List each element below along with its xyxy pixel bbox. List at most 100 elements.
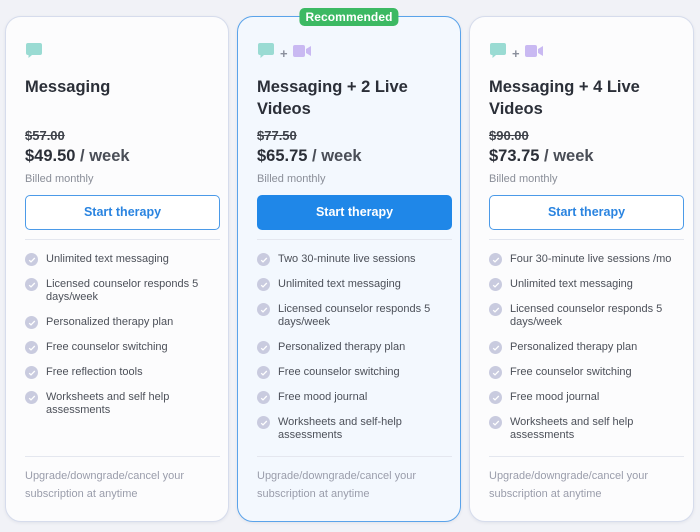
billing-note: Billed monthly: [25, 173, 94, 185]
plan-title: Messaging + 2 Live Videos: [257, 78, 408, 118]
check-icon: [489, 341, 502, 354]
current-price: $65.75 / week: [257, 147, 446, 169]
check-icon: [25, 278, 38, 291]
video-icon: [524, 44, 544, 63]
feature-text: Worksheets and self help assessments: [46, 391, 170, 416]
check-icon: [25, 366, 38, 379]
subscription-note: Upgrade/downgrade/cancel your subscripti…: [257, 470, 416, 500]
plan-icons: [25, 40, 214, 66]
price-amount: $65.75: [257, 147, 308, 165]
recommended-badge: Recommended: [299, 8, 399, 26]
feature-item: Personalized therapy plan: [257, 341, 452, 354]
start-therapy-button[interactable]: Start therapy: [257, 195, 452, 230]
feature-item: Unlimited text messaging: [257, 278, 452, 291]
message-icon: [25, 42, 43, 64]
feature-item: Free mood journal: [489, 391, 684, 404]
feature-list: Two 30-minute live sessions Unlimited te…: [257, 253, 452, 461]
check-icon: [257, 253, 270, 266]
price-period: / week: [307, 147, 362, 165]
feature-text: Worksheets and self help assessments: [510, 416, 634, 441]
feature-text: Unlimited text messaging: [46, 253, 169, 265]
original-price: $77.50: [257, 128, 297, 143]
feature-item: Free reflection tools: [25, 366, 220, 379]
start-therapy-button[interactable]: Start therapy: [25, 195, 220, 230]
feature-text: Free counselor switching: [278, 366, 400, 378]
feature-item: Unlimited text messaging: [489, 278, 684, 291]
check-icon: [257, 303, 270, 316]
feature-item: Licensed counselor responds 5 days/week: [489, 303, 684, 329]
feature-text: Free mood journal: [278, 391, 368, 403]
divider: [25, 239, 220, 240]
feature-text: Free reflection tools: [46, 366, 143, 378]
divider: [489, 456, 684, 457]
feature-text: Worksheets and self-help assessments: [278, 416, 402, 441]
divider: [25, 456, 220, 457]
check-icon: [489, 253, 502, 266]
feature-item: Two 30-minute live sessions: [257, 253, 452, 266]
feature-list: Four 30-minute live sessions /mo Unlimit…: [489, 253, 684, 461]
check-icon: [489, 278, 502, 291]
plan-card-messaging-4-videos: + Messaging + 4 Live Videos $90.00 $73.7…: [469, 16, 694, 522]
check-icon: [257, 391, 270, 404]
check-icon: [489, 303, 502, 316]
start-therapy-button[interactable]: Start therapy: [489, 195, 684, 230]
feature-item: Worksheets and self help assessments: [489, 416, 684, 442]
check-icon: [25, 316, 38, 329]
feature-item: Free counselor switching: [257, 366, 452, 379]
billing-note: Billed monthly: [257, 173, 326, 185]
feature-item: Four 30-minute live sessions /mo: [489, 253, 684, 266]
plan-card-messaging-2-videos: Recommended + Messaging + 2 Live Videos …: [237, 8, 461, 522]
check-icon: [25, 341, 38, 354]
plan-title: Messaging: [25, 78, 111, 96]
feature-item: Free mood journal: [257, 391, 452, 404]
plan-icons: +: [489, 40, 679, 66]
plus-sign: +: [512, 45, 520, 61]
feature-item: Unlimited text messaging: [25, 253, 220, 266]
check-icon: [257, 366, 270, 379]
feature-item: Worksheets and self help assessments: [25, 391, 220, 417]
check-icon: [257, 341, 270, 354]
feature-item: Worksheets and self-help assessments: [257, 416, 452, 442]
divider: [257, 239, 452, 240]
feature-text: Personalized therapy plan: [510, 341, 638, 353]
billing-note: Billed monthly: [489, 173, 558, 185]
feature-list: Unlimited text messaging Licensed counse…: [25, 253, 220, 461]
message-icon: [257, 42, 275, 64]
feature-text: Personalized therapy plan: [46, 316, 174, 328]
subscription-note: Upgrade/downgrade/cancel your subscripti…: [25, 470, 184, 500]
feature-item: Licensed counselor responds 5 days/week: [25, 278, 220, 304]
feature-text: Licensed counselor responds 5 days/week: [510, 303, 663, 328]
feature-text: Two 30-minute live sessions: [278, 253, 416, 265]
plan-title: Messaging + 4 Live Videos: [489, 78, 640, 118]
check-icon: [25, 253, 38, 266]
check-icon: [257, 416, 270, 429]
check-icon: [489, 366, 502, 379]
feature-text: Unlimited text messaging: [278, 278, 401, 290]
feature-text: Free counselor switching: [510, 366, 632, 378]
plan-card-messaging: Messaging $57.00 $49.50 / week Billed mo…: [5, 16, 229, 522]
video-icon: [292, 44, 312, 63]
feature-text: Free counselor switching: [46, 341, 168, 353]
original-price: $90.00: [489, 128, 529, 143]
feature-text: Free mood journal: [510, 391, 600, 403]
feature-item: Licensed counselor responds 5 days/week: [257, 303, 452, 329]
feature-item: Personalized therapy plan: [489, 341, 684, 354]
feature-text: Licensed counselor responds 5 days/week: [46, 278, 199, 303]
check-icon: [489, 391, 502, 404]
original-price: $57.00: [25, 128, 65, 143]
feature-text: Personalized therapy plan: [278, 341, 406, 353]
feature-text: Four 30-minute live sessions /mo: [510, 253, 672, 265]
feature-text: Unlimited text messaging: [510, 278, 633, 290]
feature-item: Free counselor switching: [489, 366, 684, 379]
plus-sign: +: [280, 45, 288, 61]
feature-text: Licensed counselor responds 5 days/week: [278, 303, 431, 328]
feature-item: Free counselor switching: [25, 341, 220, 354]
price-amount: $73.75: [489, 147, 540, 165]
price-amount: $49.50: [25, 147, 76, 165]
check-icon: [25, 391, 38, 404]
price-period: / week: [75, 147, 130, 165]
plan-icons: +: [257, 40, 446, 66]
check-icon: [257, 278, 270, 291]
price-period: / week: [539, 147, 594, 165]
feature-item: Personalized therapy plan: [25, 316, 220, 329]
